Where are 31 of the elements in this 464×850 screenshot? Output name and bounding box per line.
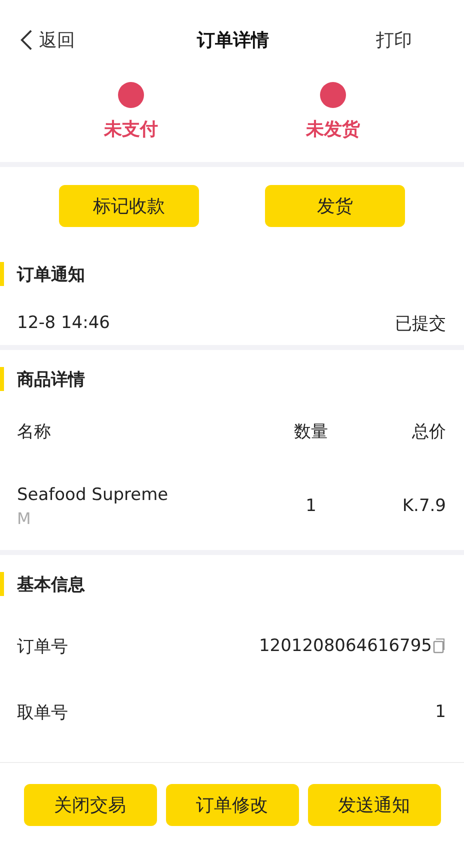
product-variant: M <box>17 508 32 528</box>
section-marker <box>0 262 4 286</box>
section-title: 商品详情 <box>17 368 85 390</box>
product-quantity: 1 <box>306 496 316 516</box>
product-total: K.7.9 <box>402 496 446 516</box>
order-state: 已提交 <box>395 312 446 334</box>
column-header: 数量 <box>294 420 328 442</box>
section-title: 基本信息 <box>17 574 85 596</box>
action-button[interactable]: 标记收款 <box>59 185 199 227</box>
back-icon[interactable] <box>20 28 33 52</box>
bottom-button[interactable]: 发送通知 <box>308 784 440 826</box>
action-button[interactable]: 发货 <box>265 185 405 227</box>
column-header: 名称 <box>17 420 52 442</box>
info-value: 1 <box>435 702 446 722</box>
bottom-button[interactable]: 关闭交易 <box>24 784 156 826</box>
copy-icon[interactable] <box>433 638 446 654</box>
order-time: 12-8 14:46 <box>17 313 110 333</box>
column-header: 总价 <box>412 420 446 442</box>
section-title: 订单通知 <box>17 264 85 286</box>
page-title: 订单详情 <box>197 29 269 52</box>
info-label: 取单号 <box>17 702 68 724</box>
info-label: 订单号 <box>17 636 68 658</box>
back-button[interactable]: 返回 <box>20 28 75 52</box>
status-label: 未发货 <box>306 118 360 141</box>
print-button[interactable]: 打印 <box>376 28 446 52</box>
section-marker <box>0 367 4 391</box>
product-name: Seafood Supreme <box>17 484 170 504</box>
status-label: 未支付 <box>104 118 158 141</box>
section-marker <box>0 572 4 596</box>
info-value: 1201208064616795 <box>258 636 432 656</box>
bottom-button[interactable]: 订单修改 <box>166 784 298 826</box>
